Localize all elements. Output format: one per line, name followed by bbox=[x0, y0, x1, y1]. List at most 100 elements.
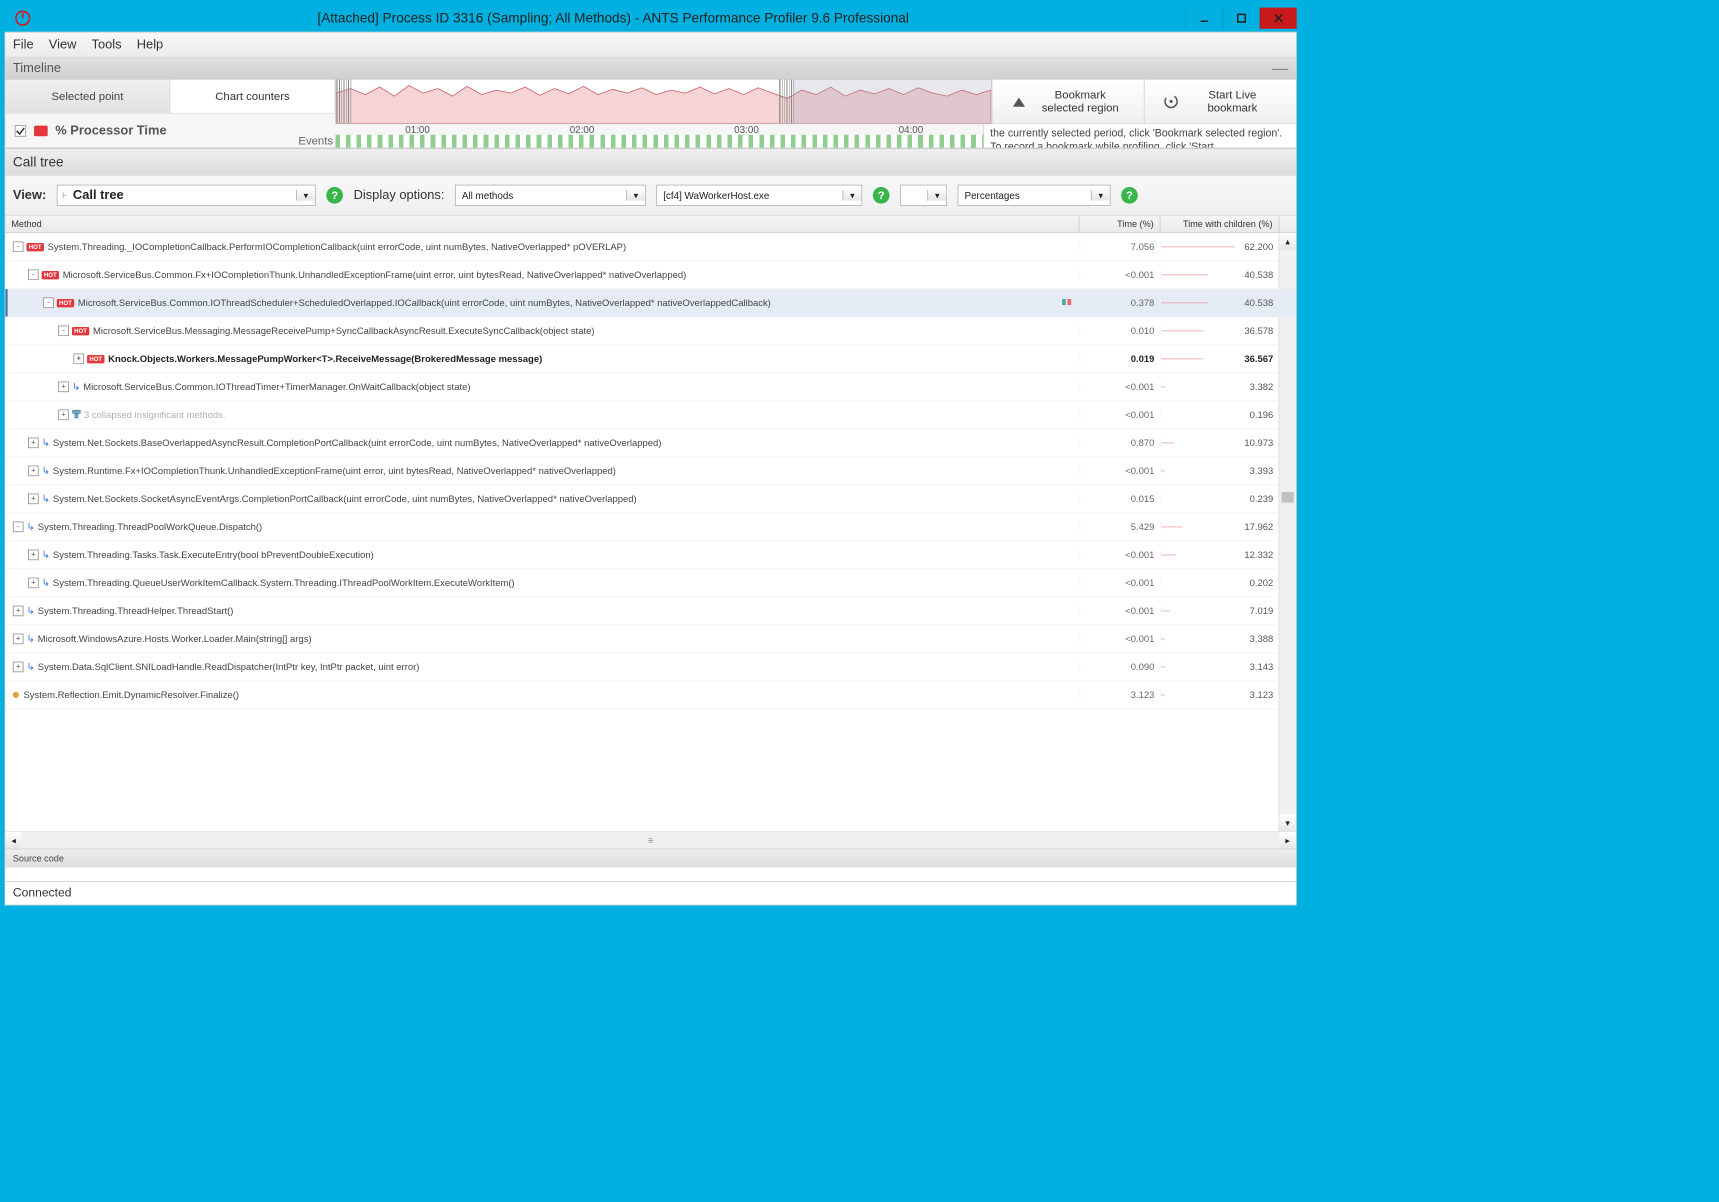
time-value: 7.056 bbox=[1079, 241, 1160, 252]
tree-toggle[interactable]: + bbox=[13, 606, 24, 617]
hot-badge: HOT bbox=[26, 243, 43, 251]
method-name: System.Threading.Tasks.Task.ExecuteEntry… bbox=[53, 550, 374, 561]
tree-toggle[interactable]: - bbox=[28, 269, 39, 280]
scroll-down-icon[interactable]: ▾ bbox=[1279, 815, 1296, 832]
tree-toggle[interactable]: - bbox=[13, 241, 24, 252]
arrow-icon: ↳ bbox=[26, 661, 34, 673]
time-value: <0.001 bbox=[1079, 550, 1160, 561]
menu-view[interactable]: View bbox=[49, 37, 77, 52]
tree-toggle[interactable]: - bbox=[43, 298, 54, 309]
live-bookmark-button[interactable]: Start Live bookmark bbox=[1144, 79, 1296, 123]
col-method[interactable]: Method bbox=[5, 216, 1079, 233]
time-value: <0.001 bbox=[1079, 382, 1160, 393]
twc-value: 3.382 bbox=[1160, 382, 1279, 393]
time-value: 3.123 bbox=[1079, 690, 1160, 701]
time-value: <0.001 bbox=[1079, 634, 1160, 645]
checkbox-icon[interactable] bbox=[14, 125, 26, 137]
display-label: Display options: bbox=[354, 188, 445, 203]
methods-combo[interactable]: All methods ▾ bbox=[455, 185, 646, 206]
menu-help[interactable]: Help bbox=[137, 37, 163, 52]
selection-handle-left[interactable] bbox=[336, 79, 351, 123]
method-name: Microsoft.ServiceBus.Messaging.MessageRe… bbox=[93, 326, 594, 337]
menu-tools[interactable]: Tools bbox=[92, 37, 122, 52]
help-icon[interactable]: ? bbox=[326, 187, 343, 204]
source-code-header[interactable]: Source code bbox=[5, 849, 1296, 868]
table-row[interactable]: +↳Microsoft.ServiceBus.Common.IOThreadTi… bbox=[5, 373, 1296, 401]
tree-toggle[interactable]: + bbox=[13, 634, 24, 645]
chevron-down-icon: ▾ bbox=[626, 190, 645, 201]
table-row[interactable]: +↳System.Threading.Tasks.Task.ExecuteEnt… bbox=[5, 541, 1296, 569]
table-row[interactable]: +↳System.Data.SqlClient.SNILoadHandle.Re… bbox=[5, 653, 1296, 681]
units-combo[interactable]: Percentages ▾ bbox=[958, 185, 1111, 206]
table-row[interactable]: +↳System.Net.Sockets.SocketAsyncEventArg… bbox=[5, 485, 1296, 513]
method-name: Microsoft.ServiceBus.Common.IOThreadTime… bbox=[83, 382, 470, 393]
arrow-icon: ↳ bbox=[72, 381, 80, 393]
tree-toggle[interactable]: + bbox=[13, 662, 24, 673]
tree-toggle[interactable]: + bbox=[28, 466, 39, 477]
table-row[interactable]: +↳System.Threading.QueueUserWorkItemCall… bbox=[5, 569, 1296, 597]
empty-combo[interactable]: ▾ bbox=[900, 185, 947, 206]
tree-toggle[interactable]: + bbox=[28, 494, 39, 505]
table-row[interactable]: +↳System.Threading.ThreadHelper.ThreadSt… bbox=[5, 597, 1296, 625]
process-combo[interactable]: [cf4] WaWorkerHost.exe ▾ bbox=[656, 185, 862, 206]
arrow-icon: ↳ bbox=[26, 521, 34, 533]
twc-value: 36.578 bbox=[1160, 326, 1279, 337]
view-combo[interactable]: ⊦ Call tree ▾ bbox=[57, 185, 316, 206]
scroll-right-icon[interactable]: ▸ bbox=[1279, 832, 1296, 849]
table-row[interactable]: -↳ System.Threading.ThreadPoolWorkQueue.D… bbox=[5, 513, 1296, 541]
table-row[interactable]: +↳System.Net.Sockets.BaseOverlappedAsync… bbox=[5, 429, 1296, 457]
unselected-region bbox=[793, 79, 991, 123]
tree-toggle[interactable]: - bbox=[58, 326, 69, 337]
method-name: System.Threading.ThreadPoolWorkQueue.Dis… bbox=[38, 522, 262, 533]
method-name: Microsoft.ServiceBus.Common.Fx+IOComplet… bbox=[63, 269, 687, 280]
time-value: <0.001 bbox=[1079, 410, 1160, 421]
close-button[interactable] bbox=[1260, 8, 1297, 29]
tree-toggle[interactable]: + bbox=[73, 354, 84, 365]
table-row[interactable]: +↳System.Runtime.Fx+IOCompletionThunk.Un… bbox=[5, 457, 1296, 485]
tree-toggle[interactable]: + bbox=[58, 382, 69, 393]
tree-toggle[interactable]: - bbox=[13, 522, 24, 533]
menu-file[interactable]: File bbox=[13, 37, 34, 52]
table-row[interactable]: +3 collapsed insignificant methods.<0.00… bbox=[5, 401, 1296, 429]
tree-toggle[interactable]: + bbox=[28, 550, 39, 561]
table-row[interactable]: -HOTMicrosoft.ServiceBus.Common.Fx+IOCom… bbox=[5, 261, 1296, 289]
help-icon[interactable]: ? bbox=[873, 187, 890, 204]
tree-toggle[interactable]: + bbox=[28, 438, 39, 449]
method-name: System.Threading._IOCompletionCallback.P… bbox=[48, 241, 627, 252]
table-row[interactable]: -HOT System.Threading._IOCompletionCallba… bbox=[5, 233, 1296, 261]
col-twc[interactable]: Time with children (%) bbox=[1160, 216, 1279, 233]
source-icon[interactable] bbox=[1061, 296, 1076, 309]
tree-toggle[interactable]: + bbox=[28, 578, 39, 589]
table-row[interactable]: +↳Microsoft.WindowsAzure.Hosts.Worker.Lo… bbox=[5, 625, 1296, 653]
twc-value: 10.973 bbox=[1160, 438, 1279, 449]
collapse-icon[interactable]: — bbox=[1272, 58, 1289, 78]
scroll-left-icon[interactable]: ◂ bbox=[5, 832, 22, 849]
maximize-button[interactable] bbox=[1223, 8, 1260, 29]
table-row[interactable]: -HOTMicrosoft.ServiceBus.Messaging.Messa… bbox=[5, 317, 1296, 345]
minimize-button[interactable] bbox=[1185, 8, 1222, 29]
twc-value: 0.239 bbox=[1160, 494, 1279, 505]
tree-toggle[interactable]: + bbox=[58, 410, 69, 421]
time-value: <0.001 bbox=[1079, 578, 1160, 589]
events-strip[interactable] bbox=[335, 135, 993, 148]
twc-value: 12.332 bbox=[1160, 550, 1279, 561]
table-row[interactable]: -HOTMicrosoft.ServiceBus.Common.IOThread… bbox=[5, 289, 1296, 317]
col-time[interactable]: Time (%) bbox=[1079, 216, 1160, 233]
twc-value: 3.143 bbox=[1160, 662, 1279, 673]
method-name: Microsoft.ServiceBus.Common.IOThreadSche… bbox=[78, 298, 771, 309]
tab-selected-point[interactable]: Selected point bbox=[5, 79, 170, 112]
horizontal-scrollbar[interactable]: ◂ ≡ ▸ bbox=[5, 831, 1296, 848]
arrow-icon: ↳ bbox=[42, 465, 50, 477]
twc-value: 40.538 bbox=[1160, 298, 1279, 309]
scroll-grip-icon[interactable]: ≡ bbox=[22, 835, 1279, 846]
help-icon[interactable]: ? bbox=[1121, 187, 1138, 204]
tab-chart-counters[interactable]: Chart counters bbox=[170, 79, 335, 112]
twc-value: 40.538 bbox=[1160, 269, 1279, 280]
timeline-chart[interactable] bbox=[335, 79, 991, 123]
bookmark-region-button[interactable]: Bookmark selected region bbox=[992, 79, 1144, 123]
table-row[interactable]: System.Reflection.Emit.DynamicResolver.F… bbox=[5, 681, 1296, 709]
arrow-icon: ↳ bbox=[42, 549, 50, 561]
table-row[interactable]: +HOTKnock.Objects.Workers.MessagePumpWor… bbox=[5, 345, 1296, 373]
time-value: 5.429 bbox=[1079, 522, 1160, 533]
timeline-header: Timeline — bbox=[5, 58, 1296, 80]
